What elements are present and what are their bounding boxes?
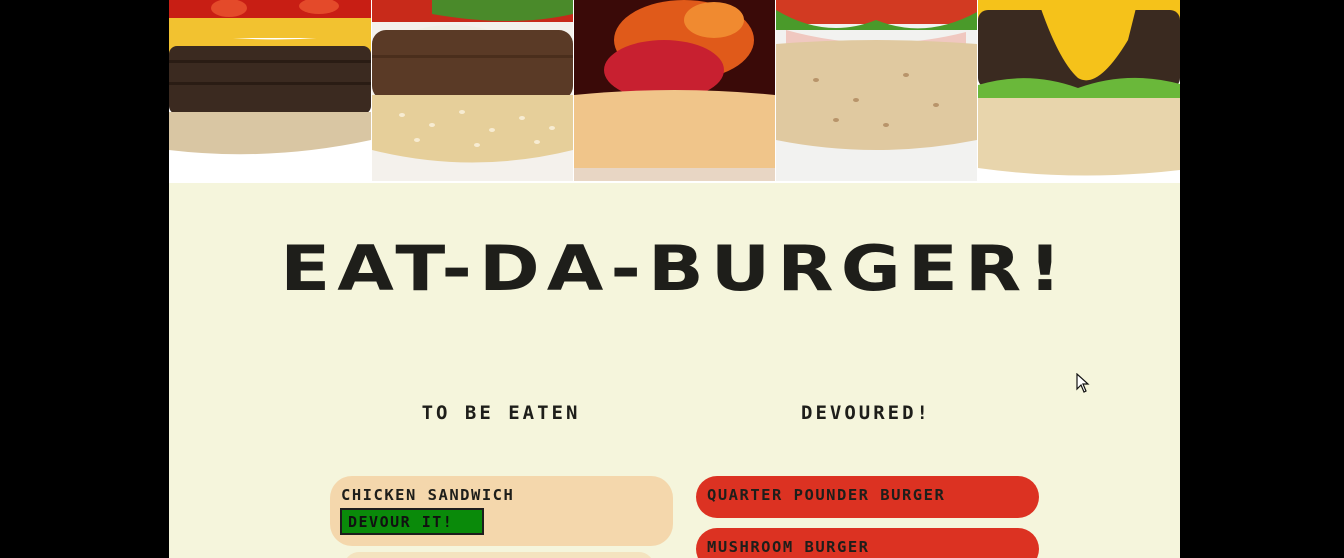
sesame-burger-onion-photo bbox=[372, 0, 573, 181]
page-container: EAT-DA-BURGER! TO BE EATEN DEVOURED! CHI… bbox=[169, 0, 1180, 558]
cheeseburger-ketchup-photo bbox=[169, 0, 371, 181]
bacon-tomato-burger-photo bbox=[574, 0, 775, 181]
cheese-lettuce-burger-photo bbox=[978, 0, 1180, 181]
mouse-pointer-icon bbox=[1076, 373, 1090, 393]
ham-lettuce-burger-photo bbox=[776, 0, 977, 181]
list-item-quarter-pounder: QUARTER POUNDER BURGER bbox=[696, 476, 1039, 518]
hero-burger-strip bbox=[169, 0, 1180, 183]
devour-it-button[interactable]: DEVOUR IT! bbox=[340, 508, 484, 535]
page-title: EAT-DA-BURGER! bbox=[280, 232, 1069, 305]
burger-name: MUSHROOM BURGER bbox=[707, 538, 870, 556]
burger-name: QUARTER POUNDER BURGER bbox=[707, 486, 946, 504]
list-item-mushroom-burger: MUSHROOM BURGER bbox=[696, 528, 1039, 558]
burger-name: CHICKEN SANDWICH bbox=[341, 486, 515, 504]
devoured-heading: DEVOURED! bbox=[801, 402, 931, 424]
list-item-partial bbox=[344, 552, 654, 558]
list-item-chicken-sandwich: CHICKEN SANDWICH DEVOUR IT! bbox=[330, 476, 673, 546]
to-be-eaten-heading: TO BE EATEN bbox=[421, 402, 581, 424]
